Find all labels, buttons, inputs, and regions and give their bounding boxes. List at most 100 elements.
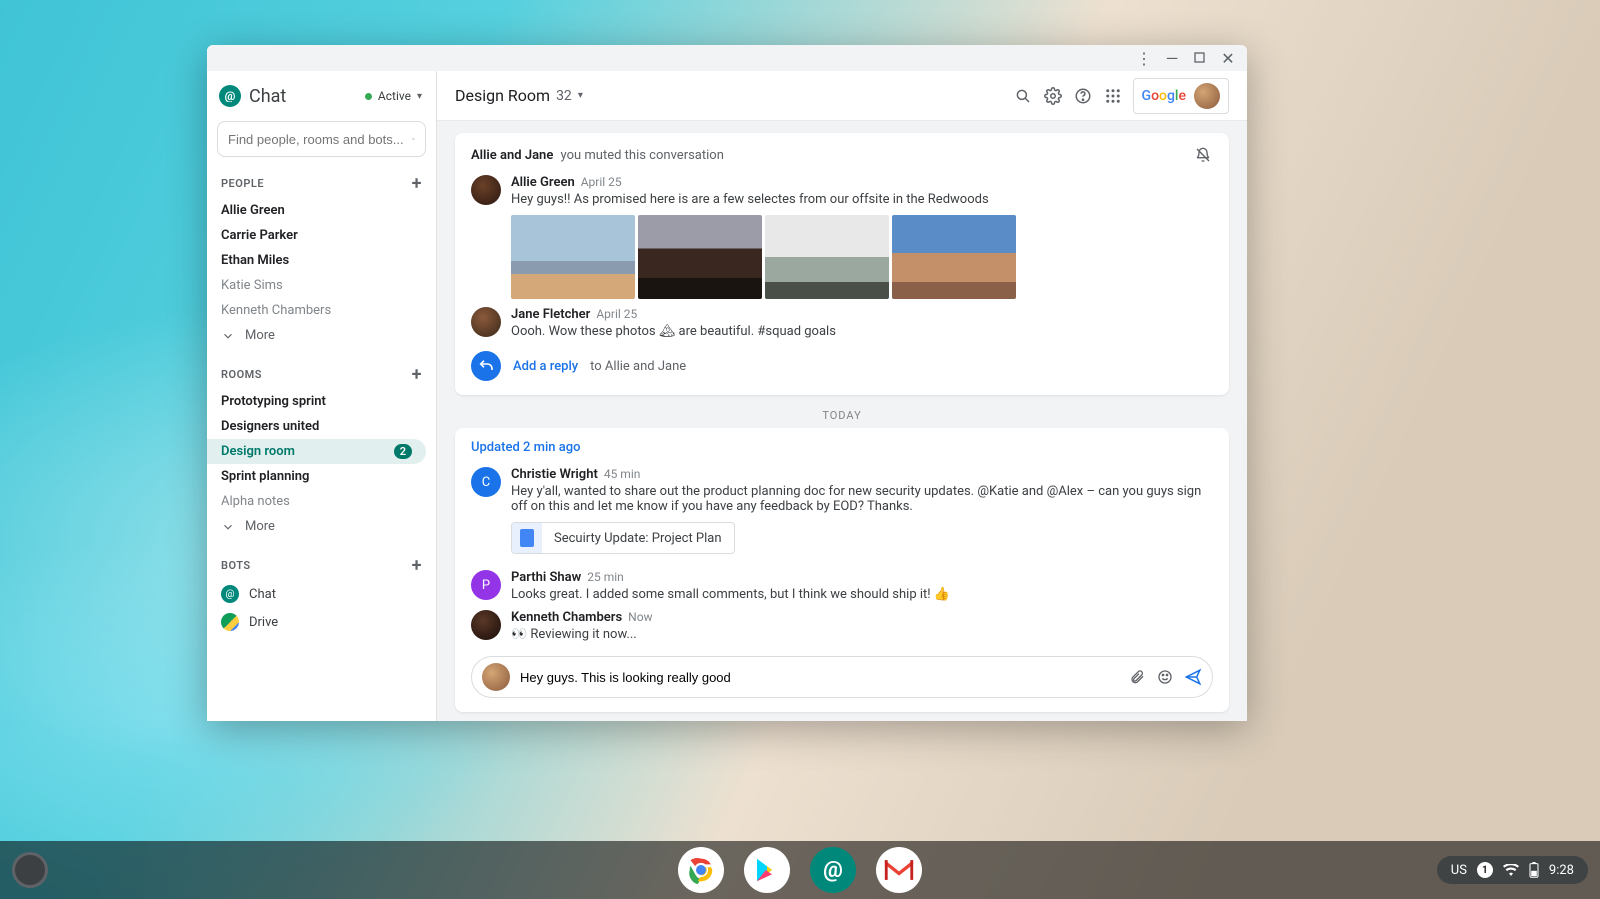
- sidebar-bot-item[interactable]: @ Chat: [207, 580, 436, 608]
- section-header-people: PEOPLE +: [207, 167, 436, 198]
- section-label: ROOMS: [221, 368, 262, 381]
- sidebar-room-item[interactable]: Sprint planning: [207, 464, 436, 489]
- message-item: P Parthi Shaw25 min Looks great. I added…: [471, 566, 1213, 606]
- send-button[interactable]: [1184, 668, 1202, 686]
- sidebar-person-item[interactable]: Kenneth Chambers: [207, 298, 436, 323]
- section-label: PEOPLE: [221, 177, 264, 190]
- message-time: Now: [628, 610, 652, 624]
- reply-recipients: to Allie and Jane: [590, 359, 686, 374]
- thread-card: Allie and Jane you muted this conversati…: [455, 133, 1229, 395]
- google-logo-text: Google: [1142, 88, 1186, 104]
- play-store-app-icon[interactable]: [744, 847, 790, 893]
- message-item: Allie GreenApril 25 Hey guys!! As promis…: [471, 171, 1213, 303]
- window-minimize-icon[interactable]: —: [1165, 51, 1179, 65]
- account-switcher[interactable]: Google: [1133, 78, 1229, 114]
- launcher-button[interactable]: [12, 852, 48, 888]
- keyboard-indicator: US: [1451, 863, 1467, 878]
- window-titlebar: ⋮ — ✕: [207, 45, 1247, 71]
- section-header-bots: BOTS +: [207, 549, 436, 580]
- avatar-icon: [471, 175, 501, 205]
- photo-thumbnail[interactable]: [638, 215, 762, 299]
- message-author: Parthi Shaw: [511, 570, 581, 585]
- member-count: 32: [556, 88, 572, 104]
- status-label: Active: [378, 89, 411, 103]
- message-author: Jane Fletcher: [511, 307, 590, 322]
- window-close-icon[interactable]: ✕: [1221, 51, 1235, 65]
- avatar-icon: [471, 307, 501, 337]
- window-maximize-icon[interactable]: [1193, 51, 1207, 65]
- settings-gear-icon[interactable]: [1043, 86, 1063, 106]
- window-menu-icon[interactable]: ⋮: [1137, 51, 1151, 65]
- sidebar-person-item[interactable]: Katie Sims: [207, 273, 436, 298]
- compose-input[interactable]: [520, 670, 1118, 685]
- message-time: 25 min: [587, 570, 624, 584]
- sidebar-room-item[interactable]: Alpha notes: [207, 489, 436, 514]
- thread-participants: Allie and Jane: [471, 148, 553, 163]
- image-attachments: [511, 215, 1213, 299]
- document-title: Secuirty Update: Project Plan: [542, 531, 734, 546]
- search-icon[interactable]: [1013, 86, 1033, 106]
- rooms-more-toggle[interactable]: More: [207, 514, 436, 539]
- system-tray[interactable]: US 1 9:28: [1437, 856, 1588, 884]
- chat-app-shelf-icon[interactable]: @: [810, 847, 856, 893]
- photo-thumbnail[interactable]: [511, 215, 635, 299]
- message-author: Kenneth Chambers: [511, 610, 622, 625]
- chevron-down-icon: [221, 329, 235, 343]
- sidebar-person-item[interactable]: Carrie Parker: [207, 223, 436, 248]
- unread-badge: 2: [394, 444, 412, 459]
- notification-count-badge: 1: [1477, 862, 1493, 878]
- help-icon[interactable]: [1073, 86, 1093, 106]
- chrome-app-icon[interactable]: [678, 847, 724, 893]
- avatar-initial-icon: P: [471, 570, 501, 600]
- messages-scroll-area[interactable]: Allie and Jane you muted this conversati…: [437, 121, 1247, 721]
- room-title-dropdown[interactable]: Design Room 32 ▾: [455, 86, 583, 105]
- avatar-icon: [471, 610, 501, 640]
- people-more-toggle[interactable]: More: [207, 323, 436, 348]
- message-text: 👀 Reviewing it now...: [511, 627, 1213, 642]
- sidebar: @ Chat Active ▾ PEOPLE + Allie Green Car…: [207, 71, 437, 721]
- chevron-down-icon: ▾: [417, 91, 422, 102]
- search-icon: [412, 131, 415, 147]
- sidebar-person-item[interactable]: Ethan Miles: [207, 248, 436, 273]
- sidebar-header: @ Chat Active ▾: [207, 71, 436, 117]
- sidebar-room-item[interactable]: Prototyping sprint: [207, 389, 436, 414]
- message-author: Allie Green: [511, 175, 575, 190]
- gmail-app-icon[interactable]: [876, 847, 922, 893]
- battery-icon: [1529, 862, 1539, 878]
- main-panel: Design Room 32 ▾: [437, 71, 1247, 721]
- google-doc-icon: [520, 529, 534, 547]
- reply-button[interactable]: [471, 351, 501, 381]
- clock: 9:28: [1549, 863, 1574, 878]
- date-divider: TODAY: [455, 409, 1229, 422]
- reply-arrow-icon: [478, 358, 494, 374]
- message-time: 45 min: [604, 467, 641, 481]
- sidebar-bot-item[interactable]: Drive: [207, 608, 436, 636]
- chat-bot-icon: @: [221, 585, 239, 603]
- message-item: Kenneth Chambers Now 👀 Reviewing it now..…: [471, 606, 1213, 646]
- emoji-icon[interactable]: [1156, 668, 1174, 686]
- document-attachment[interactable]: Secuirty Update: Project Plan: [511, 522, 735, 554]
- add-room-button[interactable]: +: [412, 364, 422, 385]
- wifi-icon: [1503, 864, 1519, 876]
- message-time: April 25: [596, 307, 637, 321]
- add-bot-button[interactable]: +: [412, 555, 422, 576]
- photo-thumbnail[interactable]: [892, 215, 1016, 299]
- chromeos-shelf: @ US 1 9:28: [0, 841, 1600, 899]
- presence-status-dropdown[interactable]: Active ▾: [365, 89, 422, 103]
- search-input[interactable]: [228, 132, 404, 147]
- mute-bell-off-icon[interactable]: [1193, 145, 1213, 165]
- thread-updated-label: Updated 2 min ago: [471, 440, 1213, 455]
- reply-row: Add a reply to Allie and Jane: [471, 351, 1213, 381]
- sidebar-room-item[interactable]: Designers united: [207, 414, 436, 439]
- sidebar-person-item[interactable]: Allie Green: [207, 198, 436, 223]
- section-header-rooms: ROOMS +: [207, 358, 436, 389]
- thread-card: Updated 2 min ago C Christie Wright45 mi…: [455, 428, 1229, 712]
- search-box[interactable]: [217, 121, 426, 157]
- add-reply-link[interactable]: Add a reply: [513, 359, 578, 374]
- apps-grid-icon[interactable]: [1103, 86, 1123, 106]
- add-person-button[interactable]: +: [412, 173, 422, 194]
- chat-app-window: ⋮ — ✕ @ Chat Active ▾ P: [207, 45, 1247, 721]
- photo-thumbnail[interactable]: [765, 215, 889, 299]
- sidebar-room-item-active[interactable]: Design room 2: [207, 439, 426, 464]
- attach-icon[interactable]: [1128, 668, 1146, 686]
